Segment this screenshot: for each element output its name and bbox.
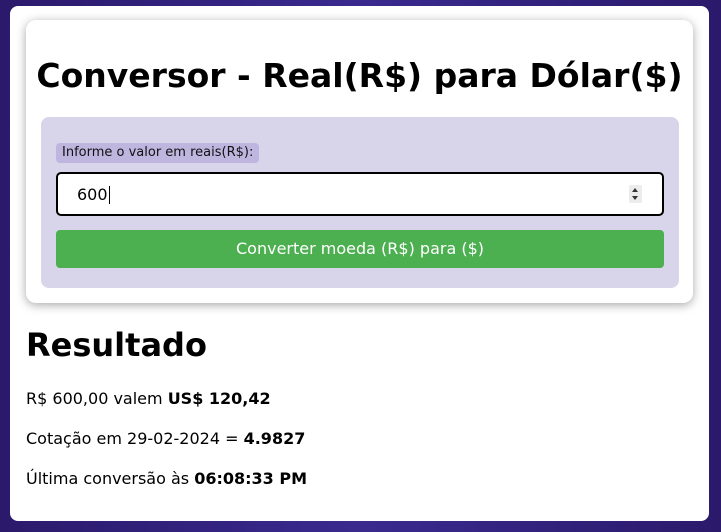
- result-amount-prefix: R$ 600,00 valem: [26, 389, 168, 408]
- result-amount: R$ 600,00 valem US$ 120,42: [26, 389, 271, 409]
- amount-input-value: 600: [77, 184, 108, 204]
- result-rate-value: 4.9827: [243, 429, 306, 448]
- page: Conversor - Real(R$) para Dólar($) Infor…: [10, 6, 709, 521]
- amount-input[interactable]: 600: [56, 172, 664, 216]
- converter-card: Conversor - Real(R$) para Dólar($) Infor…: [26, 20, 693, 303]
- spin-up-icon[interactable]: [632, 188, 638, 192]
- result-rate-prefix: Cotação em 29-02-2024 =: [26, 429, 244, 448]
- result-last-prefix: Última conversão às: [26, 469, 195, 488]
- result-last-conversion: Última conversão às 06:08:33 PM: [26, 469, 307, 489]
- number-spinner-icon[interactable]: [629, 185, 642, 203]
- spin-down-icon[interactable]: [632, 196, 638, 200]
- result-last-value: 06:08:33 PM: [194, 469, 308, 488]
- result-rate: Cotação em 29-02-2024 = 4.9827: [26, 429, 305, 449]
- text-caret: [108, 185, 110, 204]
- result-heading: Resultado: [26, 326, 207, 364]
- convert-button[interactable]: Converter moeda (R$) para ($): [56, 230, 664, 268]
- converter-form: Informe o valor em reais(R$): 600 Conver…: [41, 117, 679, 288]
- amount-label: Informe o valor em reais(R$):: [56, 143, 260, 163]
- result-amount-value: US$ 120,42: [167, 389, 271, 408]
- page-title: Conversor - Real(R$) para Dólar($): [36, 56, 683, 95]
